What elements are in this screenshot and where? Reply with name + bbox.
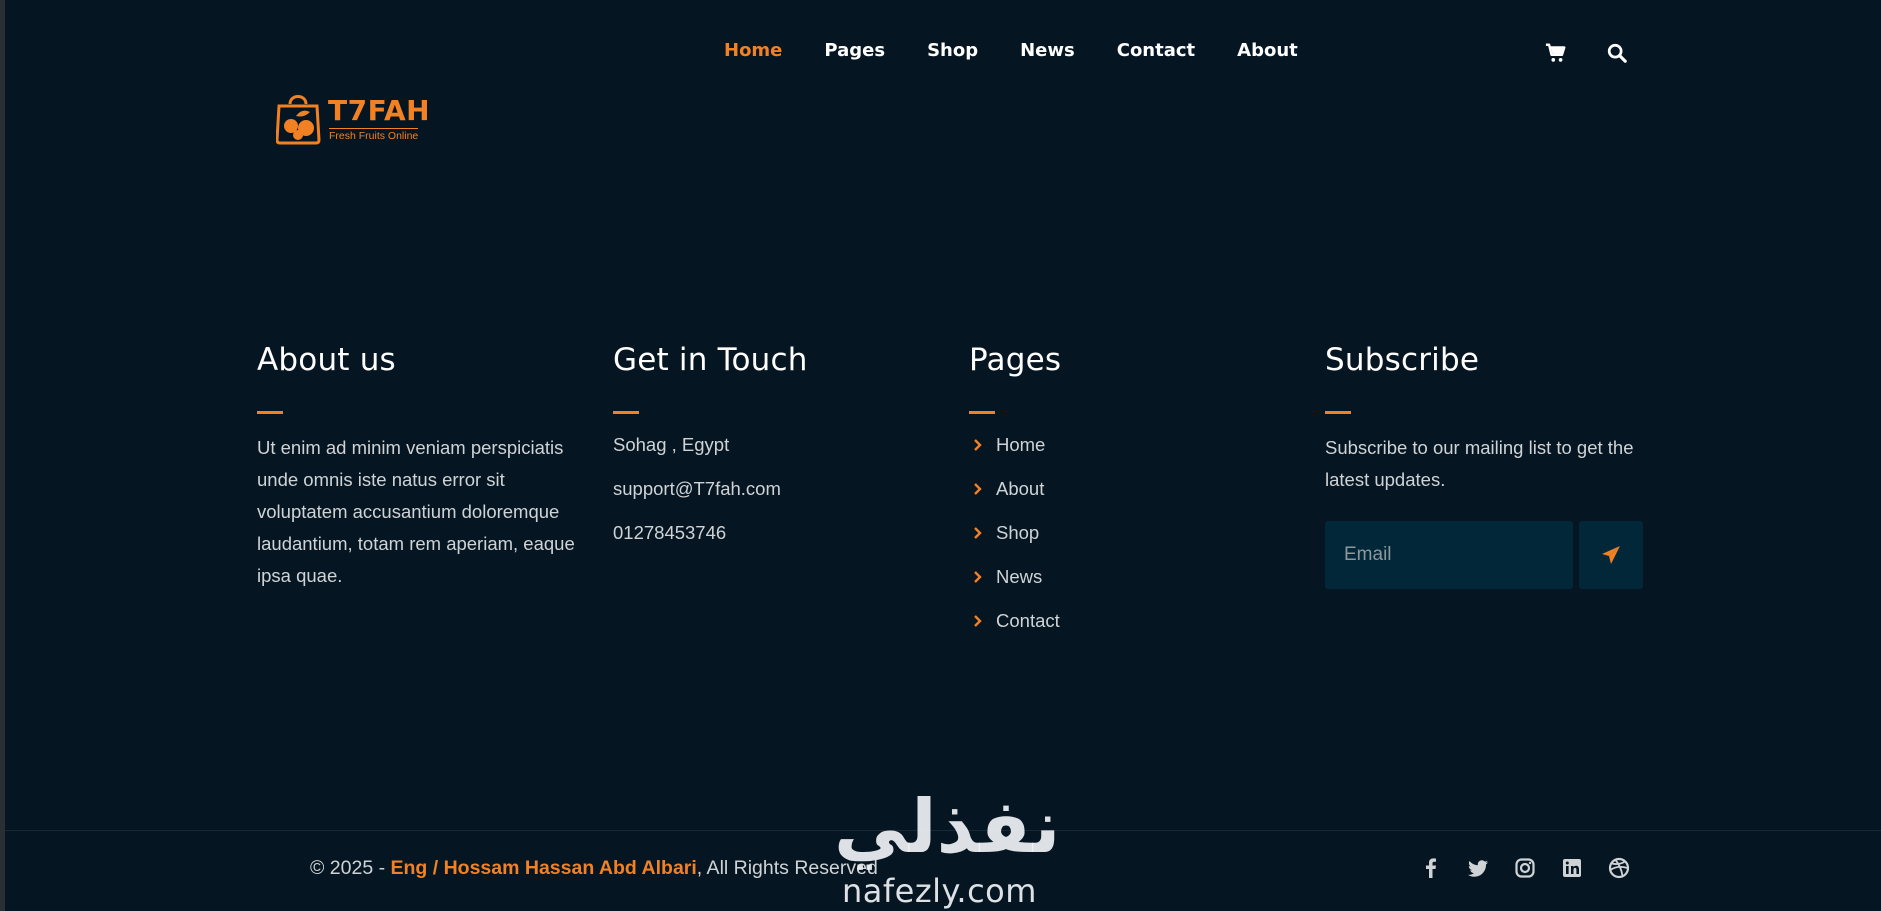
email-input[interactable] — [1325, 521, 1573, 589]
twitter-icon[interactable] — [1467, 857, 1489, 879]
link-label: Shop — [996, 522, 1040, 543]
nav-news[interactable]: News — [1020, 40, 1075, 61]
about-text: Ut enim ad minim veniam perspiciatis und… — [257, 437, 575, 586]
facebook-icon[interactable] — [1420, 857, 1442, 879]
contact-email[interactable]: support@T7fah.com — [613, 476, 943, 502]
subscribe-section: Subscribe Subscribe to our mailing list … — [1325, 342, 1655, 589]
title-underline — [257, 411, 283, 414]
social-links — [1420, 857, 1630, 879]
contact-section: Get in Touch Sohag , Egypt support@T7fah… — [613, 342, 943, 546]
chevron-right-icon — [974, 527, 982, 539]
search-icon[interactable] — [1606, 42, 1628, 64]
nav-home[interactable]: Home — [724, 40, 782, 61]
link-label: About — [996, 478, 1045, 499]
window-edge — [0, 0, 5, 911]
title-underline — [1325, 411, 1351, 414]
footer-link-contact[interactable]: Contact — [969, 608, 1299, 634]
copyright-prefix: © 2025 - — [310, 857, 391, 879]
pages-links: Home About Shop News Contact — [969, 432, 1299, 634]
copyright: © 2025 - Eng / Hossam Hassan Abd Albari,… — [310, 857, 878, 880]
shopping-cart-icon[interactable] — [1545, 42, 1567, 64]
nav-pages[interactable]: Pages — [824, 40, 885, 61]
contact-phone[interactable]: 01278453746 — [613, 520, 943, 546]
chevron-right-icon — [974, 615, 982, 627]
nav-shop[interactable]: Shop — [927, 40, 978, 61]
send-icon — [1602, 546, 1620, 564]
fruit-bag-icon — [276, 95, 321, 145]
contact-address: Sohag , Egypt — [613, 434, 730, 455]
subscribe-form — [1325, 521, 1655, 589]
touch-title: Get in Touch — [613, 342, 808, 378]
linkedin-icon[interactable] — [1561, 857, 1583, 879]
main-nav: Home Pages Shop News Contact About — [724, 40, 1298, 61]
chevron-right-icon — [974, 571, 982, 583]
footer-link-about[interactable]: About — [969, 476, 1299, 502]
title-underline — [969, 411, 995, 414]
pages-section: Pages Home About Shop News Contact — [969, 342, 1299, 652]
footer-link-news[interactable]: News — [969, 564, 1299, 590]
logo[interactable]: T7FAH Fresh Fruits Online — [276, 88, 436, 146]
chevron-right-icon — [974, 483, 982, 495]
watermark-url: nafezly.com — [842, 872, 1037, 910]
logo-tagline: Fresh Fruits Online — [329, 128, 419, 142]
link-label: News — [996, 566, 1043, 587]
subscribe-button[interactable] — [1579, 521, 1643, 589]
subscribe-title: Subscribe — [1325, 342, 1480, 378]
footer-link-shop[interactable]: Shop — [969, 520, 1299, 546]
about-section: About us Ut enim ad minim veniam perspic… — [257, 342, 587, 592]
footer-link-home[interactable]: Home — [969, 432, 1299, 458]
author-link[interactable]: Eng / Hossam Hassan Abd Albari — [391, 857, 697, 879]
nav-contact[interactable]: Contact — [1117, 40, 1195, 61]
nav-about[interactable]: About — [1237, 40, 1298, 61]
chevron-right-icon — [974, 439, 982, 451]
watermark-arabic: نفذلي — [834, 784, 1061, 870]
dribbble-icon[interactable] — [1608, 857, 1630, 879]
link-label: Home — [996, 434, 1046, 455]
logo-wordmark: T7FAH — [328, 94, 431, 127]
instagram-icon[interactable] — [1514, 857, 1536, 879]
pages-title: Pages — [969, 342, 1062, 378]
about-title: About us — [257, 342, 396, 378]
subscribe-text: Subscribe to our mailing list to get the… — [1325, 437, 1634, 490]
link-label: Contact — [996, 610, 1060, 631]
title-underline — [613, 411, 639, 414]
